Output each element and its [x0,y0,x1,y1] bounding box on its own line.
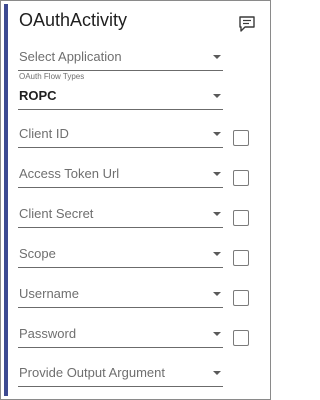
chevron-down-icon [213,132,221,136]
chevron-down-icon [213,292,221,296]
scope-checkbox[interactable] [233,250,249,266]
client-secret-dropdown[interactable]: Client Secret [18,205,223,228]
password-checkbox[interactable] [233,330,249,346]
client-secret-checkbox[interactable] [233,210,249,226]
chevron-down-icon [213,172,221,176]
username-dropdown[interactable]: Username [18,285,223,308]
client-id-dropdown[interactable]: Client ID [18,125,223,148]
oauth-flow-types-label: OAuth Flow Types [19,72,85,81]
output-argument-placeholder: Provide Output Argument [19,365,165,380]
username-checkbox[interactable] [233,290,249,306]
selection-accent-bar [4,4,8,396]
select-application-placeholder: Select Application [19,49,122,64]
comment-icon[interactable] [238,15,256,33]
access-token-url-checkbox[interactable] [233,170,249,186]
client-id-checkbox[interactable] [233,130,249,146]
chevron-down-icon [213,332,221,336]
oauth-flow-types-dropdown[interactable]: ROPC [18,87,223,110]
scope-dropdown[interactable]: Scope [18,245,223,268]
password-dropdown[interactable]: Password [18,325,223,348]
chevron-down-icon [213,212,221,216]
client-secret-placeholder: Client Secret [19,206,94,221]
access-token-url-dropdown[interactable]: Access Token Url [18,165,223,188]
username-placeholder: Username [19,286,79,301]
access-token-url-placeholder: Access Token Url [19,166,120,181]
chevron-down-icon [213,94,221,98]
output-argument-dropdown[interactable]: Provide Output Argument [18,364,223,387]
oauth-flow-types-value: ROPC [19,88,57,103]
scope-placeholder: Scope [19,246,56,261]
chevron-down-icon [213,371,221,375]
client-id-placeholder: Client ID [19,126,69,141]
select-application-dropdown[interactable]: Select Application [18,48,223,71]
chevron-down-icon [213,55,221,59]
password-placeholder: Password [19,326,77,341]
chevron-down-icon [213,252,221,256]
activity-title: OAuthActivity [19,10,128,30]
oauth-activity-panel: OAuthActivity Select Application OAuth F… [0,0,271,400]
